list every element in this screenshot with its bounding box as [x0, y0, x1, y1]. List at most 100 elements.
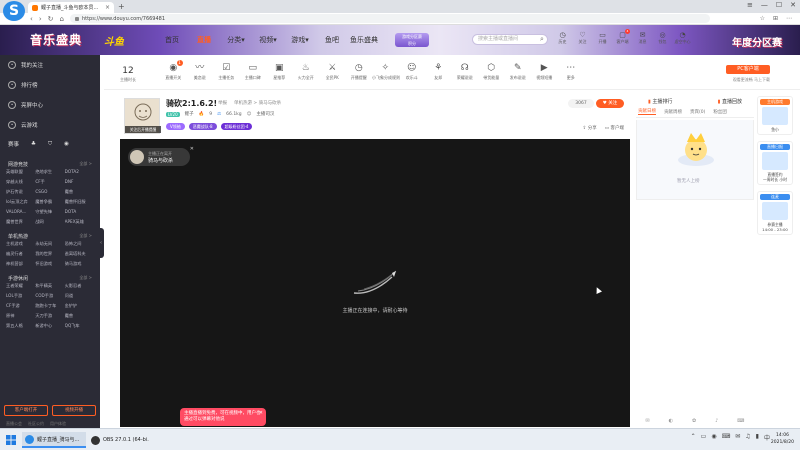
sidebar-game-link[interactable]: VALORA...: [6, 209, 35, 215]
chat-tool-icon-2[interactable]: ✿: [692, 418, 696, 428]
fan-club-badge[interactable]: 超级粉丝团·4: [220, 123, 253, 130]
sidebar-game-link[interactable]: 问道: [65, 293, 94, 299]
function-item-4[interactable]: ▣ 星推荐: [266, 62, 293, 81]
sidebar-game-link[interactable]: COD手游: [35, 293, 64, 299]
report-link[interactable]: 举报: [218, 100, 227, 106]
rank-tab-0[interactable]: 贡献日榜: [638, 108, 656, 115]
function-item-13[interactable]: ✎ 发布说说: [505, 62, 532, 81]
search-input[interactable]: 搜索主播或直播间: [472, 34, 548, 45]
sidebar-games-item-0[interactable]: 赛事: [8, 140, 19, 148]
sidebar-game-link[interactable]: 跑跑卡丁车: [35, 303, 64, 309]
sidebar-game-link[interactable]: 第五人格: [6, 323, 35, 329]
player-anchor-card[interactable]: 主播正在离开 骑马与砍杀 ✕: [128, 146, 194, 166]
sidebar-game-link[interactable]: 主机游戏: [6, 241, 35, 247]
tray-icon-1[interactable]: ▭: [701, 433, 707, 442]
header-icon-1[interactable]: ♡ 关注: [574, 31, 591, 45]
taskbar-app-browser[interactable]: 鲤子直播_骑马与...: [22, 432, 86, 448]
reload-icon[interactable]: ↻: [48, 15, 54, 23]
side-promo-card-0[interactable]: 主机游戏 鱼小: [757, 96, 793, 135]
sidebar-game-link[interactable]: 魔兽争霸: [35, 199, 64, 205]
replay-title[interactable]: ▮ 直播回放: [718, 98, 742, 105]
anchor-name[interactable]: 鲤子: [185, 111, 194, 117]
browser-logo-icon[interactable]: S: [3, 1, 25, 21]
nav-category[interactable]: 分类▾: [220, 35, 252, 45]
sidebar-game-link[interactable]: 我的世界: [35, 251, 64, 257]
nav-home[interactable]: 首页: [156, 35, 188, 45]
function-item-0[interactable]: ◉ 直播开关 1: [160, 60, 187, 81]
function-item-7[interactable]: ◷ 开播提醒: [346, 62, 373, 81]
home-icon[interactable]: ⌂: [60, 15, 64, 23]
chat-tool-icon-4[interactable]: ⌨: [737, 418, 744, 428]
function-item-14[interactable]: ▶ 视频短播: [531, 62, 558, 81]
bookmark-icon[interactable]: ☆: [760, 15, 765, 22]
sidebar-bottom-link[interactable]: 直播公会: [6, 421, 22, 427]
header-icon-0[interactable]: ◷ 历史: [554, 31, 571, 45]
function-item-11[interactable]: ☊ 荣耀说说: [452, 62, 479, 81]
url-input[interactable]: https://www.douyu.com/7669481: [69, 14, 710, 23]
sidebar-game-link[interactable]: 新游中心: [35, 323, 64, 329]
sidebar-game-link[interactable]: 魔兽: [65, 313, 94, 319]
sidebar-game-link[interactable]: DNF: [65, 179, 94, 185]
video-broadcast-button[interactable]: 视频开播: [52, 405, 96, 416]
tray-icon-2[interactable]: ◉: [711, 433, 716, 442]
toast-close-icon[interactable]: ✕: [259, 410, 263, 416]
sidebar-game-link[interactable]: 火影忍者: [65, 283, 94, 289]
window-maximize-icon[interactable]: ☐: [776, 1, 782, 9]
function-item-2[interactable]: ☑ 主播任务: [213, 62, 240, 81]
function-item-15[interactable]: ⋯ 更多: [558, 62, 585, 81]
tray-icon-7[interactable]: 中: [764, 433, 770, 442]
sidebar-game-link[interactable]: 绝地求生: [35, 169, 64, 175]
sidebar-games-item-2[interactable]: ⛉: [48, 141, 52, 148]
header-icon-4[interactable]: ✉ 消息: [634, 31, 651, 45]
start-menu-icon[interactable]: [0, 432, 22, 448]
sidebar-section-more[interactable]: 全部 >: [79, 275, 92, 281]
nav-music-gala[interactable]: 鱼乐盛典: [348, 35, 380, 45]
anchor-avatar[interactable]: 关注后开播提醒: [124, 98, 161, 134]
sidebar-item-2[interactable]: • 亮屏中心: [0, 95, 100, 115]
sidebar-game-link[interactable]: CF手: [35, 179, 64, 185]
sidebar-game-link[interactable]: 穿越火线: [6, 179, 35, 185]
tray-icon-4[interactable]: ✉: [735, 433, 740, 442]
chat-tool-icon-0[interactable]: ✉: [645, 418, 649, 428]
sidebar-game-link[interactable]: DOTA2: [65, 169, 94, 175]
window-close-icon[interactable]: ✕: [790, 1, 796, 9]
rank-tab-2[interactable]: 贵宾(0): [690, 109, 705, 115]
sidebar-game-link[interactable]: 金铲铲: [65, 303, 94, 309]
promo-banner[interactable]: 游戏分区赛 积分: [395, 33, 429, 47]
function-item-12[interactable]: ⬡ 带货能量: [478, 62, 505, 81]
sidebar-game-link[interactable]: 炉石传说: [6, 189, 35, 195]
browser-tab[interactable]: 鲤子直播_斗鱼与欧本员... ×: [28, 2, 114, 13]
sidebar-game-link[interactable]: 天刀手游: [35, 313, 64, 319]
function-item-5[interactable]: ♨ 火力全开: [293, 62, 320, 81]
function-item-8[interactable]: ✧ 小飞象分成规则: [372, 62, 400, 81]
window-minimize-icon[interactable]: —: [761, 1, 768, 9]
sidebar-game-link[interactable]: 永劫无间: [35, 241, 64, 247]
category-breadcrumb[interactable]: 单机热游 > 骑马与砍杀: [234, 100, 281, 106]
sidebar-section-more[interactable]: 全部 >: [79, 233, 92, 239]
client-button[interactable]: ▭ 客户端: [605, 125, 624, 131]
pc-client-button[interactable]: PC客户端: [726, 65, 770, 74]
taskbar-app-obs[interactable]: OBS 27.0.1 (64-bi...: [88, 432, 152, 448]
sidebar-game-link[interactable]: 魔兽怀旧服: [65, 199, 94, 205]
sidebar-game-link[interactable]: 和平精英: [35, 283, 64, 289]
sidebar-game-link[interactable]: 怀旧游戏: [35, 261, 64, 267]
sidebar-game-link[interactable]: CSGO: [35, 189, 64, 195]
back-icon[interactable]: ‹: [30, 15, 33, 23]
rank-tab-3[interactable]: 粉丝团: [713, 109, 727, 115]
sidebar-game-link[interactable]: 英雄联盟: [6, 169, 35, 175]
tray-icon-3[interactable]: ⌨: [722, 433, 731, 442]
function-item-6[interactable]: ⚔ 全民PK: [319, 62, 346, 81]
sidebar-game-link[interactable]: lol云顶之弈: [6, 199, 35, 205]
sidebar-bottom-link[interactable]: 用户体验: [50, 421, 66, 427]
sidebar-bottom-link[interactable]: 社区公约: [28, 421, 44, 427]
sidebar-item-1[interactable]: • 排行榜: [0, 75, 100, 95]
sidebar-game-link[interactable]: 骑马游戏: [65, 261, 94, 267]
tray-icon-5[interactable]: ♫: [745, 433, 750, 442]
rank-tab-1[interactable]: 贡献周榜: [664, 109, 682, 115]
team-badge[interactable]: 恶魔战队·8: [188, 123, 217, 130]
anchor-rank-title[interactable]: ▮ 主播排行: [648, 98, 672, 105]
extensions-icon[interactable]: ⊞: [773, 15, 778, 22]
sidebar-games-item-1[interactable]: ♣: [31, 141, 36, 147]
tray-icon-0[interactable]: ⌃: [691, 433, 696, 442]
sidebar-game-link[interactable]: 守望先锋: [35, 209, 64, 215]
